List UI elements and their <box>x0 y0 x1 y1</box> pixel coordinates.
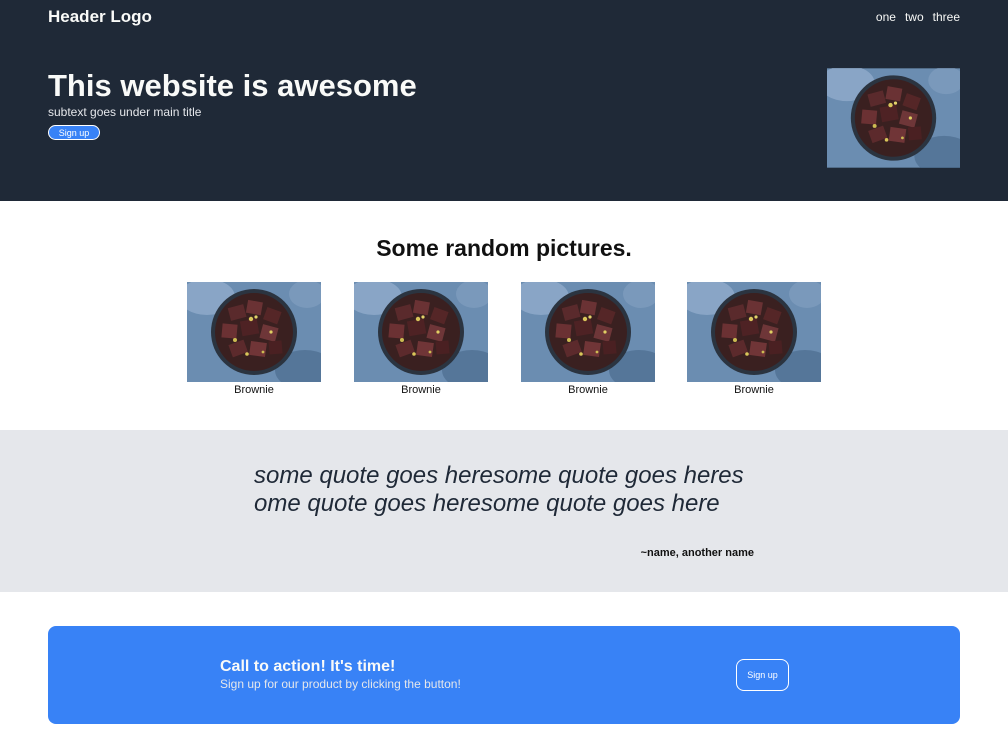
picture-caption: Brownie <box>234 384 274 396</box>
picture-card: Brownie <box>354 282 488 396</box>
cta-subtitle: Sign up for our product by clicking the … <box>220 677 461 691</box>
brownie-image <box>187 282 321 382</box>
nav-link-two[interactable]: two <box>905 10 924 24</box>
hero-brownie-image <box>827 68 960 168</box>
picture-card: Brownie <box>521 282 655 396</box>
quote-text: some quote goes heresome quote goes here… <box>254 462 744 517</box>
picture-caption: Brownie <box>568 384 608 396</box>
nav-link-three[interactable]: three <box>933 10 960 24</box>
brownie-image <box>521 282 655 382</box>
picture-caption: Brownie <box>734 384 774 396</box>
header-logo[interactable]: Header Logo <box>48 7 152 27</box>
hero-signup-button[interactable]: Sign up <box>48 125 100 140</box>
pictures-section-title: Some random pictures. <box>376 235 632 261</box>
picture-card: Brownie <box>187 282 321 396</box>
brownie-image <box>687 282 821 382</box>
nav-link-one[interactable]: one <box>876 10 896 24</box>
hero-subtitle: subtext goes under main title <box>48 105 202 119</box>
picture-caption: Brownie <box>401 384 441 396</box>
quote-author: ~name, another name <box>640 547 754 559</box>
picture-card: Brownie <box>687 282 821 396</box>
brownie-image <box>354 282 488 382</box>
cta-signup-button[interactable]: Sign up <box>736 659 789 691</box>
hero-title: This website is awesome <box>48 68 417 103</box>
header: Header Logo one two three This website i… <box>0 0 1008 201</box>
cta-title: Call to action! It's time! <box>220 658 396 675</box>
call-to-action-panel: Call to action! It's time! Sign up for o… <box>48 626 960 724</box>
top-nav: one two three <box>876 10 960 24</box>
